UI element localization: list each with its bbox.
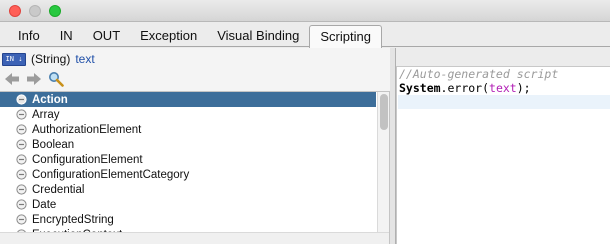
navigation-toolbar xyxy=(4,70,64,88)
type-circle-icon xyxy=(16,124,27,135)
list-item-label: EncryptedString xyxy=(32,213,114,226)
minimize-window-button[interactable] xyxy=(29,5,41,17)
type-circle-icon xyxy=(16,94,27,105)
list-item[interactable]: Date xyxy=(0,197,376,212)
list-item[interactable]: Action xyxy=(0,92,376,107)
type-circle-icon xyxy=(16,169,27,180)
tab-exception[interactable]: Exception xyxy=(130,25,207,47)
object-browser-panel: IN ⇣ (String) text Action Array Authoriz… xyxy=(0,48,390,244)
script-editor[interactable]: //Auto-generated script System.error(tex… xyxy=(396,66,610,244)
tab-info[interactable]: Info xyxy=(8,25,50,47)
type-circle-icon xyxy=(16,199,27,210)
list-item[interactable]: Credential xyxy=(0,182,376,197)
variable-name[interactable]: text xyxy=(75,52,94,66)
type-circle-icon xyxy=(16,139,27,150)
list-item-label: Action xyxy=(32,93,68,106)
magnifier-icon[interactable] xyxy=(48,71,64,87)
code-comment-line: //Auto-generated script xyxy=(399,67,559,81)
code-end: ); xyxy=(516,81,531,95)
scrollbar-thumb[interactable] xyxy=(380,94,388,130)
type-circle-icon xyxy=(16,184,27,195)
horizontal-scrollbar[interactable] xyxy=(0,232,389,244)
variable-type: (String) xyxy=(31,52,71,66)
variable-type-line: IN ⇣ (String) text xyxy=(2,51,95,67)
tab-in[interactable]: IN xyxy=(50,25,83,47)
code-method: .error( xyxy=(440,81,490,95)
list-item[interactable]: AuthorizationElement xyxy=(0,122,376,137)
tab-visual-binding[interactable]: Visual Binding xyxy=(207,25,309,47)
code-object: System xyxy=(399,81,441,95)
list-item-label: Credential xyxy=(32,183,85,196)
list-item-label: Date xyxy=(32,198,57,211)
type-circle-icon xyxy=(16,154,27,165)
code-argument: text xyxy=(489,81,517,95)
tab-scripting[interactable]: Scripting xyxy=(309,25,382,48)
list-item-label: ConfigurationElementCategory xyxy=(32,168,190,181)
arrow-left-icon[interactable] xyxy=(4,71,20,87)
list-item[interactable]: Array xyxy=(0,107,376,122)
type-circle-icon xyxy=(16,214,27,225)
tab-out[interactable]: OUT xyxy=(83,25,130,47)
code-line: System.error(text); xyxy=(398,81,610,95)
list-item[interactable]: Boolean xyxy=(0,137,376,152)
list-item[interactable]: ConfigurationElement xyxy=(0,152,376,167)
arrow-right-icon[interactable] xyxy=(26,71,42,87)
object-type-list[interactable]: Action Array AuthorizationElement Boolea… xyxy=(0,91,390,244)
list-item-label: Boolean xyxy=(32,138,75,151)
list-item[interactable]: ConfigurationElementCategory xyxy=(0,167,376,182)
input-parameter-icon: IN ⇣ xyxy=(2,52,26,66)
list-item-label: AuthorizationElement xyxy=(32,123,142,136)
vertical-scrollbar[interactable] xyxy=(377,92,389,232)
current-line-highlight xyxy=(398,95,610,109)
type-circle-icon xyxy=(16,109,27,120)
list-item[interactable]: EncryptedString xyxy=(0,212,376,227)
list-item-label: Array xyxy=(32,108,60,121)
tab-bar: Info IN OUT Exception Visual Binding Scr… xyxy=(0,22,610,48)
list-item-label: ConfigurationElement xyxy=(32,153,143,166)
window-title-bar xyxy=(0,0,610,22)
maximize-window-button[interactable] xyxy=(49,5,61,17)
close-window-button[interactable] xyxy=(9,5,21,17)
